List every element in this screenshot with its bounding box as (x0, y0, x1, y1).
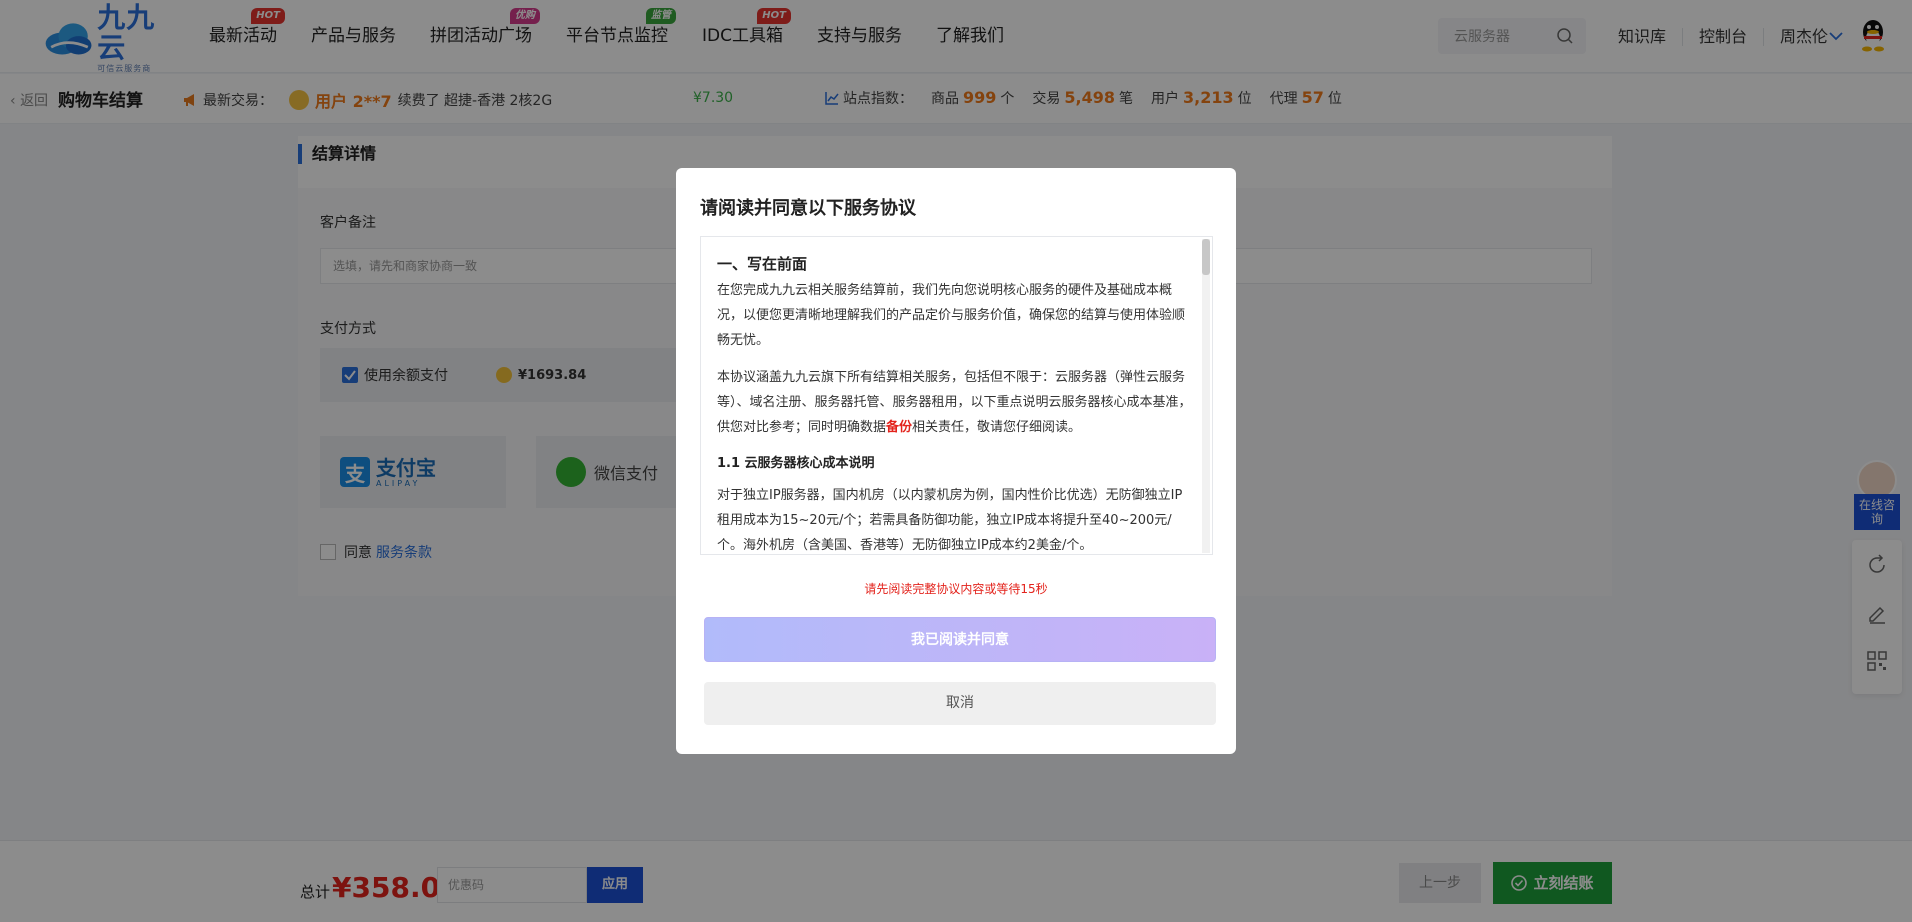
wait-message: 请先阅读完整协议内容或等待15秒 (864, 582, 1048, 596)
scrollbar[interactable] (1202, 239, 1210, 553)
terms-paragraph: 在您完成九九云相关服务结算前，我们先向您说明核心服务的硬件及基础成本概况，以便您… (717, 283, 1186, 348)
terms-paragraph: 对于独立IP服务器，国内机房（以内蒙机房为例，国内性价比优选）无防御独立IP租用… (717, 488, 1183, 553)
agree-button[interactable]: 我已阅读并同意 (704, 617, 1216, 662)
terms-highlight: 备份 (886, 420, 913, 435)
terms-text: 相关责任，敬请您仔细阅读。 (912, 420, 1082, 435)
agreement-text-box[interactable]: 一、写在前面 在您完成九九云相关服务结算前，我们先向您说明核心服务的硬件及基础成… (700, 236, 1213, 555)
scroll-thumb[interactable] (1202, 239, 1210, 275)
terms-paragraph: 本协议涵盖九九云旗下所有结算相关服务，包括但不限于：云服务器（弹性云服务等）、域… (717, 365, 1192, 440)
dialog-title: 请阅读并同意以下服务协议 (700, 198, 916, 219)
terms-subsection-title: 1.1 云服务器核心成本说明 (717, 456, 875, 471)
cancel-button[interactable]: 取消 (704, 682, 1216, 725)
service-agreement-dialog: 请阅读并同意以下服务协议 一、写在前面 在您完成九九云相关服务结算前，我们先向您… (676, 168, 1236, 754)
terms-section-title: 一、写在前面 (717, 255, 808, 273)
